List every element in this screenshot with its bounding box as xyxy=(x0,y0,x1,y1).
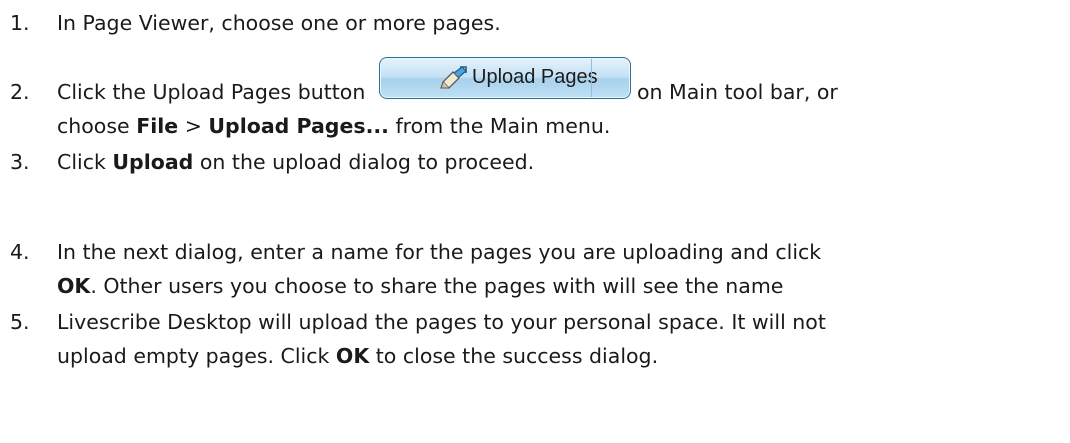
step-text-line-1: Livescribe Desktop will upload the pages… xyxy=(57,310,826,334)
step-number: 1. xyxy=(10,11,30,35)
step-text-line-1: In the next dialog, enter a name for the… xyxy=(57,240,822,264)
menu-upload-pages: Upload Pages... xyxy=(208,114,389,138)
upload-pages-button-label: Upload Pages xyxy=(472,66,598,88)
pen-upload-icon xyxy=(440,66,467,89)
button-divider xyxy=(591,59,592,97)
step-text: In Page Viewer, choose one or more pages… xyxy=(57,11,501,35)
step-number: 4. xyxy=(10,240,30,264)
upload-pages-button: Upload Pages xyxy=(379,57,631,99)
text-close-dialog: to close the success dialog. xyxy=(375,344,659,368)
step-text-line-2: choose File > Upload Pages... from the M… xyxy=(57,113,610,139)
step-text-line-2: upload empty pages. Click OK to close th… xyxy=(57,343,658,369)
text-from-main-menu: from the Main menu. xyxy=(395,114,611,138)
bold-ok: OK xyxy=(57,274,91,298)
step-text-line-2: OK. Other users you choose to share the … xyxy=(57,273,783,299)
step-text-before-button: Click the Upload Pages button xyxy=(57,80,366,104)
step-text: Click Upload on the upload dialog to pro… xyxy=(57,149,534,175)
step-text-after-button: on Main tool bar, or xyxy=(637,80,838,104)
menu-separator: > xyxy=(184,114,202,138)
step-number: 3. xyxy=(10,150,30,174)
text-choose: choose xyxy=(57,114,130,138)
menu-file: File xyxy=(136,114,179,138)
step-number: 2. xyxy=(10,80,30,104)
bold-upload: Upload xyxy=(112,150,194,174)
step-number: 5. xyxy=(10,310,30,334)
instruction-document: 1. In Page Viewer, choose one or more pa… xyxy=(0,0,1070,443)
text-share-note: . Other users you choose to share the pa… xyxy=(90,274,784,298)
step-text-line-1: Click the Upload Pages button xyxy=(57,79,365,105)
text-upload-empty: upload empty pages. Click xyxy=(57,344,330,368)
text-proceed: on the upload dialog to proceed. xyxy=(199,150,535,174)
bold-ok: OK xyxy=(335,344,370,368)
text-click: Click xyxy=(57,150,106,174)
